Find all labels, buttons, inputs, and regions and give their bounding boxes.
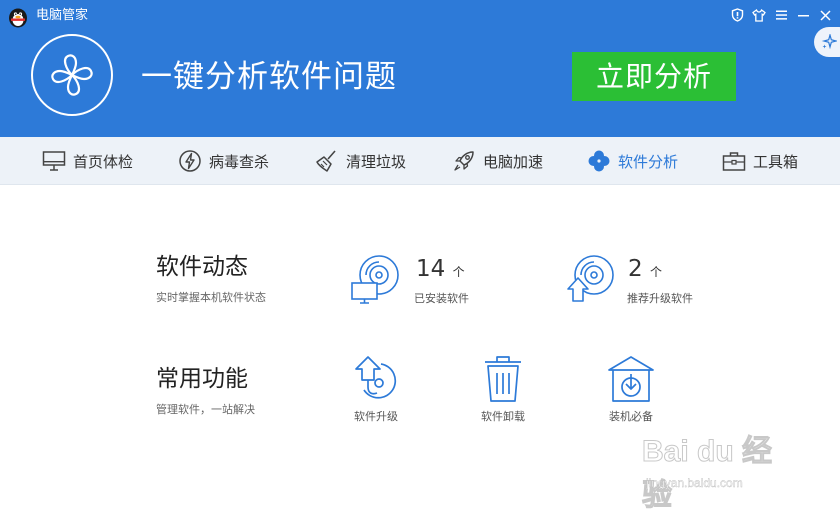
software-uninstall-button[interactable]: 软件卸载 [463, 354, 543, 424]
common-functions-title: 常用功能 [156, 366, 248, 392]
tab-label: 清理垃圾 [346, 152, 407, 171]
rocket-icon [454, 151, 474, 171]
menu-icon [775, 10, 787, 20]
close-button[interactable] [816, 6, 834, 24]
toolbox-icon [722, 152, 746, 171]
shield-icon [731, 8, 743, 22]
skin-button[interactable] [750, 6, 768, 24]
essentials-button[interactable]: 装机必备 [591, 354, 671, 424]
software-uninstall-label: 软件卸载 [481, 410, 525, 423]
upgrade-icon [355, 356, 397, 399]
clover-logo [31, 34, 113, 116]
tab-software-analysis[interactable]: 软件分析 [587, 137, 678, 185]
recommended-count-value: 2 [628, 256, 643, 282]
tab-label: 软件分析 [618, 152, 679, 171]
lightning-shield-icon [179, 150, 201, 172]
software-upgrade-label: 软件升级 [354, 410, 398, 423]
software-upgrade-button[interactable]: 软件升级 [336, 354, 416, 424]
shield-button[interactable] [728, 6, 746, 24]
installed-count[interactable]: 14 个 [416, 255, 465, 286]
common-functions-subtitle: 管理软件，一站解决 [156, 403, 255, 416]
pc-manager-window: 电脑管家 一键分析软件问题 立即分析 首页体检 病毒查杀 清理垃圾 电脑加速 软… [0, 0, 840, 516]
recommended-upgrade-icon[interactable] [565, 253, 617, 305]
main-nav: 首页体检 病毒查杀 清理垃圾 电脑加速 软件分析 工具箱 [0, 137, 840, 185]
hero-headline: 一键分析软件问题 [141, 59, 397, 95]
menu-button[interactable] [772, 6, 790, 24]
tab-label: 病毒查杀 [209, 152, 270, 171]
title-bar: 电脑管家 [0, 0, 840, 32]
tab-home-checkup[interactable]: 首页体检 [42, 137, 133, 185]
tab-toolbox[interactable]: 工具箱 [722, 137, 798, 185]
software-status-subtitle: 实时掌握本机软件状态 [156, 291, 266, 304]
tab-clean-junk[interactable]: 清理垃圾 [315, 137, 406, 185]
installed-count-value: 14 [416, 256, 446, 282]
header: 电脑管家 一键分析软件问题 立即分析 [0, 0, 840, 137]
watermark-url: jingyan.baidu.com [646, 476, 743, 490]
monitor-icon [42, 151, 66, 171]
penguin-logo-icon [9, 8, 27, 28]
title-bar-controls [728, 6, 834, 24]
tab-label: 工具箱 [753, 152, 799, 171]
broom-icon [316, 150, 336, 172]
baidu-jingyan-watermark: Bai du 经验 jingyan.baidu.com [642, 426, 792, 513]
trash-icon [485, 356, 521, 402]
clover-icon [588, 150, 610, 172]
tshirt-icon [752, 8, 766, 22]
app-title: 电脑管家 [36, 8, 89, 23]
tab-label: 电脑加速 [483, 152, 544, 171]
installed-count-unit: 个 [452, 265, 465, 279]
sparkle-icon [821, 34, 837, 50]
recommended-label[interactable]: 推荐升级软件 [627, 292, 693, 306]
side-sparkle-button[interactable] [814, 27, 840, 57]
installed-label[interactable]: 已安装软件 [414, 292, 469, 306]
tab-label: 首页体检 [73, 152, 134, 171]
tab-virus-scan[interactable]: 病毒查杀 [178, 137, 269, 185]
essentials-label: 装机必备 [609, 410, 653, 423]
recommended-count-unit: 个 [649, 265, 662, 279]
installed-software-icon[interactable] [350, 253, 402, 305]
software-status-title: 软件动态 [156, 254, 248, 280]
minimize-button[interactable] [794, 6, 812, 24]
recommended-count[interactable]: 2 个 [628, 255, 662, 286]
close-icon [819, 9, 831, 21]
install-box-icon [608, 356, 654, 402]
minimize-icon [797, 15, 809, 17]
clover-icon [51, 54, 93, 96]
analyze-now-button[interactable]: 立即分析 [572, 52, 736, 101]
watermark-logo-text: Bai du 经验 [642, 435, 773, 513]
tab-speed-up[interactable]: 电脑加速 [452, 137, 543, 185]
